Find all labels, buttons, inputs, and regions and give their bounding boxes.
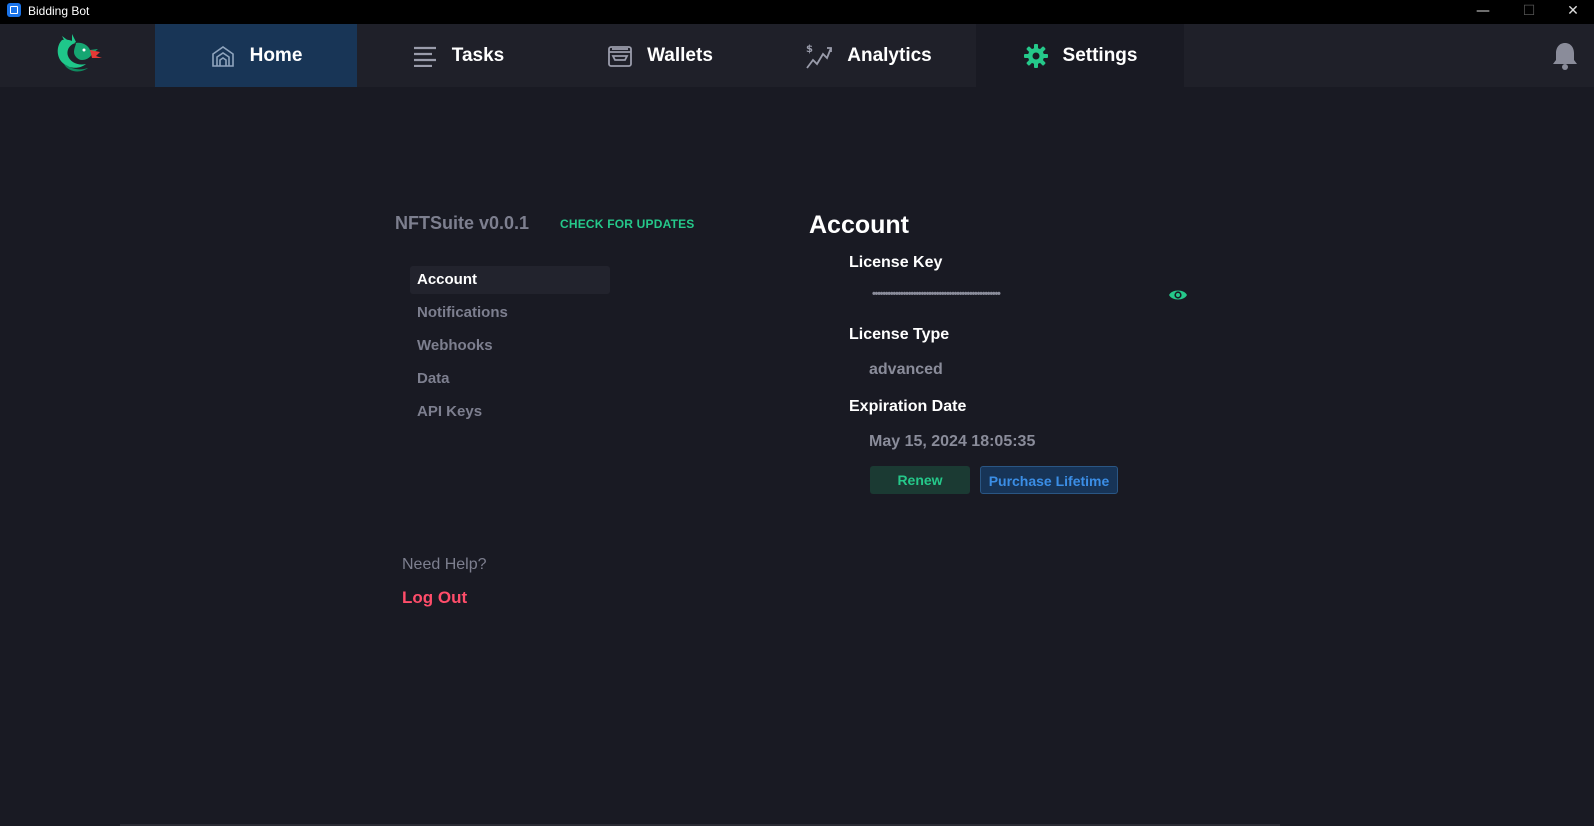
nav-tab-home[interactable]: Home [155, 24, 357, 87]
app-version: NFTSuite v0.0.1 [395, 213, 530, 233]
license-key-label: License Key [849, 254, 943, 271]
renew-button[interactable]: Renew [870, 466, 970, 494]
window-title-bar: Bidding Bot — ☐ ✕ [0, 0, 1594, 24]
top-navigation: Home Tasks Wallets $ Analytics Settings [0, 24, 1594, 87]
minimize-button[interactable]: — [1460, 0, 1506, 24]
dragon-logo-icon [52, 34, 104, 76]
settings-menu-notifications[interactable]: Notifications [410, 299, 610, 327]
nav-tab-label: Settings [1062, 44, 1138, 66]
nav-tab-label: Home [249, 44, 303, 66]
settings-menu-account[interactable]: Account [410, 266, 610, 294]
license-type-label: License Type [849, 326, 950, 343]
bell-icon[interactable] [1551, 41, 1579, 71]
nav-tab-tasks[interactable]: Tasks [357, 24, 559, 87]
nav-tab-analytics[interactable]: $ Analytics [761, 24, 976, 87]
check-for-updates-link[interactable]: CHECK FOR UPDATES [560, 217, 695, 231]
app-icon [7, 3, 21, 17]
settings-menu-data[interactable]: Data [410, 365, 610, 393]
logout-link[interactable]: Log Out [402, 588, 467, 608]
wallet-icon [607, 43, 633, 69]
window-title: Bidding Bot [28, 4, 90, 18]
need-help-text[interactable]: Need Help? [402, 556, 487, 574]
settings-menu-api-keys[interactable]: API Keys [410, 398, 610, 426]
purchase-lifetime-button[interactable]: Purchase Lifetime [980, 466, 1118, 494]
settings-menu-webhooks[interactable]: Webhooks [410, 332, 610, 360]
expiration-date-value: May 15, 2024 18:05:35 [869, 433, 1036, 450]
nav-tab-label: Wallets [647, 44, 713, 66]
license-key-masked-value: ••••••••••••••••••••••••••••••••••••••••… [872, 288, 1001, 300]
account-heading: Account [809, 211, 909, 239]
gear-icon [1023, 43, 1049, 69]
expiration-date-label: Expiration Date [849, 398, 967, 415]
list-icon [412, 45, 438, 67]
close-button[interactable]: ✕ [1550, 0, 1594, 24]
nav-tab-label: Analytics [847, 44, 932, 66]
nav-tab-wallets[interactable]: Wallets [559, 24, 761, 87]
maximize-button[interactable]: ☐ [1506, 0, 1552, 24]
analytics-icon: $ [805, 42, 833, 70]
home-icon [210, 44, 236, 68]
svg-text:$: $ [806, 44, 813, 55]
nav-tab-settings[interactable]: Settings [976, 24, 1184, 87]
eye-icon[interactable] [1168, 288, 1188, 302]
nav-tab-label: Tasks [451, 44, 505, 66]
license-type-value: advanced [869, 361, 943, 378]
